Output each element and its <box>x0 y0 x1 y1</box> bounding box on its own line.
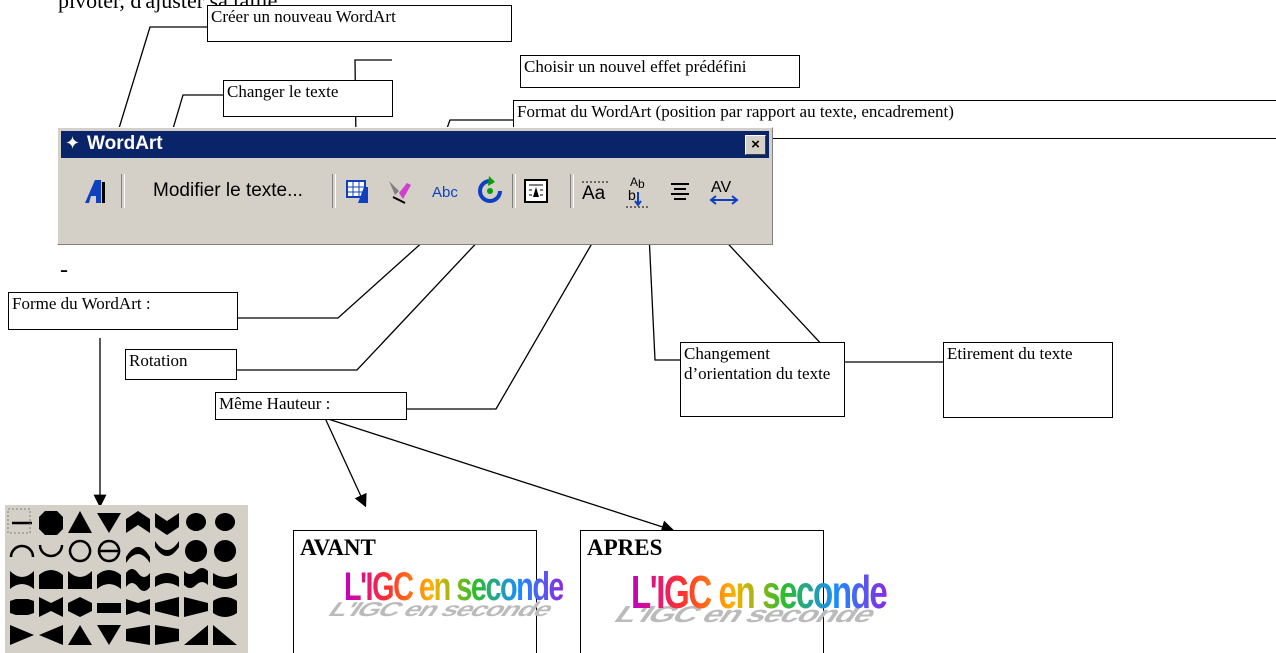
shape-option[interactable] <box>97 570 121 589</box>
shape-option[interactable] <box>126 599 150 615</box>
shape-option[interactable] <box>97 539 121 563</box>
shape-option[interactable] <box>215 513 236 531</box>
shape-option[interactable] <box>155 597 179 617</box>
shape-option[interactable] <box>39 597 63 617</box>
toolbar-title: WordArt <box>87 133 163 154</box>
callout-rotation: Rotation <box>125 349 237 380</box>
shape-option[interactable] <box>39 511 63 535</box>
callout-changer-texte: Changer le texte <box>223 80 393 117</box>
dash-marker: - <box>60 257 68 283</box>
shape-option[interactable] <box>184 625 208 645</box>
shape-option[interactable] <box>213 597 237 617</box>
shape-option[interactable] <box>39 625 63 645</box>
rotate-icon <box>478 176 502 203</box>
format-wordart-icon <box>389 181 411 204</box>
example-avant-title: AVANT <box>300 535 376 560</box>
shape-option[interactable] <box>186 513 207 531</box>
shape-grid <box>7 508 237 645</box>
wordart-toolbar: ✦ WordArt × Modifier le texte... Abc Aa … <box>57 127 773 245</box>
shape-option[interactable] <box>155 541 179 556</box>
callout-nouveau-wordart: Créer un nouveau WordArt <box>207 5 512 42</box>
shape-option[interactable] <box>10 571 34 589</box>
arrow-avant <box>324 417 367 508</box>
selected-shape-marker <box>7 508 31 534</box>
text-wrap-icon <box>524 179 548 203</box>
shape-option[interactable] <box>126 511 150 533</box>
insert-wordart-button[interactable] <box>72 174 116 208</box>
wordart-apres-text: L'IGC en seconde <box>631 566 888 618</box>
wordart-shape-palette <box>5 505 248 653</box>
vertical-text-button[interactable]: A b b <box>620 174 656 208</box>
shape-option[interactable] <box>214 540 237 562</box>
shape-option[interactable] <box>185 540 208 562</box>
character-spacing-icon: AV <box>709 179 739 205</box>
shape-option[interactable] <box>184 597 208 617</box>
shape-button[interactable]: Abc <box>428 174 464 208</box>
shape-option[interactable] <box>68 511 92 533</box>
shape-option[interactable] <box>155 513 179 535</box>
toolbar-title-bar[interactable]: ✦ WordArt × <box>61 131 769 158</box>
shape-option[interactable] <box>155 625 179 645</box>
line-hauteur <box>407 232 599 410</box>
close-button[interactable]: × <box>745 135 766 155</box>
shape-option[interactable] <box>126 625 150 645</box>
same-height-button[interactable]: Aa <box>578 174 614 208</box>
shape-option[interactable] <box>97 603 121 613</box>
example-avant: AVANT L'IGC en seconde L'IGC en seconde <box>293 530 565 653</box>
alignment-button[interactable] <box>662 174 698 208</box>
vertical-text-icon: A b b <box>626 175 650 208</box>
svg-text:b: b <box>628 187 636 203</box>
shape-option[interactable] <box>97 625 121 645</box>
rotate-button[interactable] <box>472 174 508 208</box>
example-apres-title: APRES <box>587 535 663 560</box>
svg-text:b: b <box>638 177 645 191</box>
wordart-apres: L'IGC en seconde L'IGC en seconde <box>609 565 888 627</box>
shape-option[interactable] <box>68 571 92 589</box>
modify-text-label: Modifier le texte... <box>153 180 303 201</box>
gallery-icon <box>346 180 368 203</box>
shape-option[interactable] <box>126 569 150 591</box>
character-spacing-button[interactable]: AV <box>704 174 744 208</box>
alignment-icon <box>671 183 689 200</box>
shape-option[interactable] <box>38 544 64 558</box>
shape-option[interactable] <box>213 573 237 589</box>
callout-etirement: Etirement du texte <box>943 342 1113 418</box>
toolbar-grip-icon: ✦ <box>65 133 81 153</box>
shape-option[interactable] <box>68 625 92 645</box>
shape-option[interactable] <box>10 599 34 615</box>
shape-option[interactable] <box>39 570 63 589</box>
modify-text-button[interactable]: Modifier le texte... <box>128 174 328 208</box>
text-wrap-button[interactable] <box>518 174 554 208</box>
callout-orientation: Changement d’orientation du texte <box>680 342 845 417</box>
arrow-apres <box>324 417 675 533</box>
shape-option[interactable] <box>184 568 208 588</box>
format-wordart-button[interactable] <box>382 174 418 208</box>
shape-option[interactable] <box>213 625 237 645</box>
document-page: pivoter, d'ajuster sa taille… Créer un n… <box>0 0 1276 653</box>
shape-option[interactable] <box>155 573 179 587</box>
svg-text:AV: AV <box>711 179 731 196</box>
shape-option[interactable] <box>68 597 92 617</box>
wordart-avant-text: L'IGC en seconde <box>344 565 565 609</box>
shape-option[interactable] <box>126 547 150 563</box>
same-height-icon: Aa <box>582 181 610 203</box>
svg-text:Abc: Abc <box>432 184 458 201</box>
insert-wordart-icon <box>85 180 105 203</box>
callout-forme-wordart: Forme du WordArt : <box>8 292 238 330</box>
wordart-avant: L'IGC en seconde L'IGC en seconde <box>323 565 565 621</box>
callout-meme-hauteur: Même Hauteur : <box>215 392 407 420</box>
example-apres: APRES L'IGC en seconde L'IGC en seconde <box>580 530 888 653</box>
gallery-button[interactable] <box>340 174 376 208</box>
shape-option[interactable] <box>9 544 35 558</box>
line-orientation <box>648 233 680 361</box>
shape-option[interactable] <box>68 539 92 563</box>
shape-option[interactable] <box>97 513 121 533</box>
svg-text:Aa: Aa <box>582 183 606 203</box>
shape-option[interactable] <box>10 625 34 645</box>
shape-icon: Abc <box>432 184 458 201</box>
callout-effet-predefini: Choisir un nouvel effet prédéfini <box>520 55 800 88</box>
